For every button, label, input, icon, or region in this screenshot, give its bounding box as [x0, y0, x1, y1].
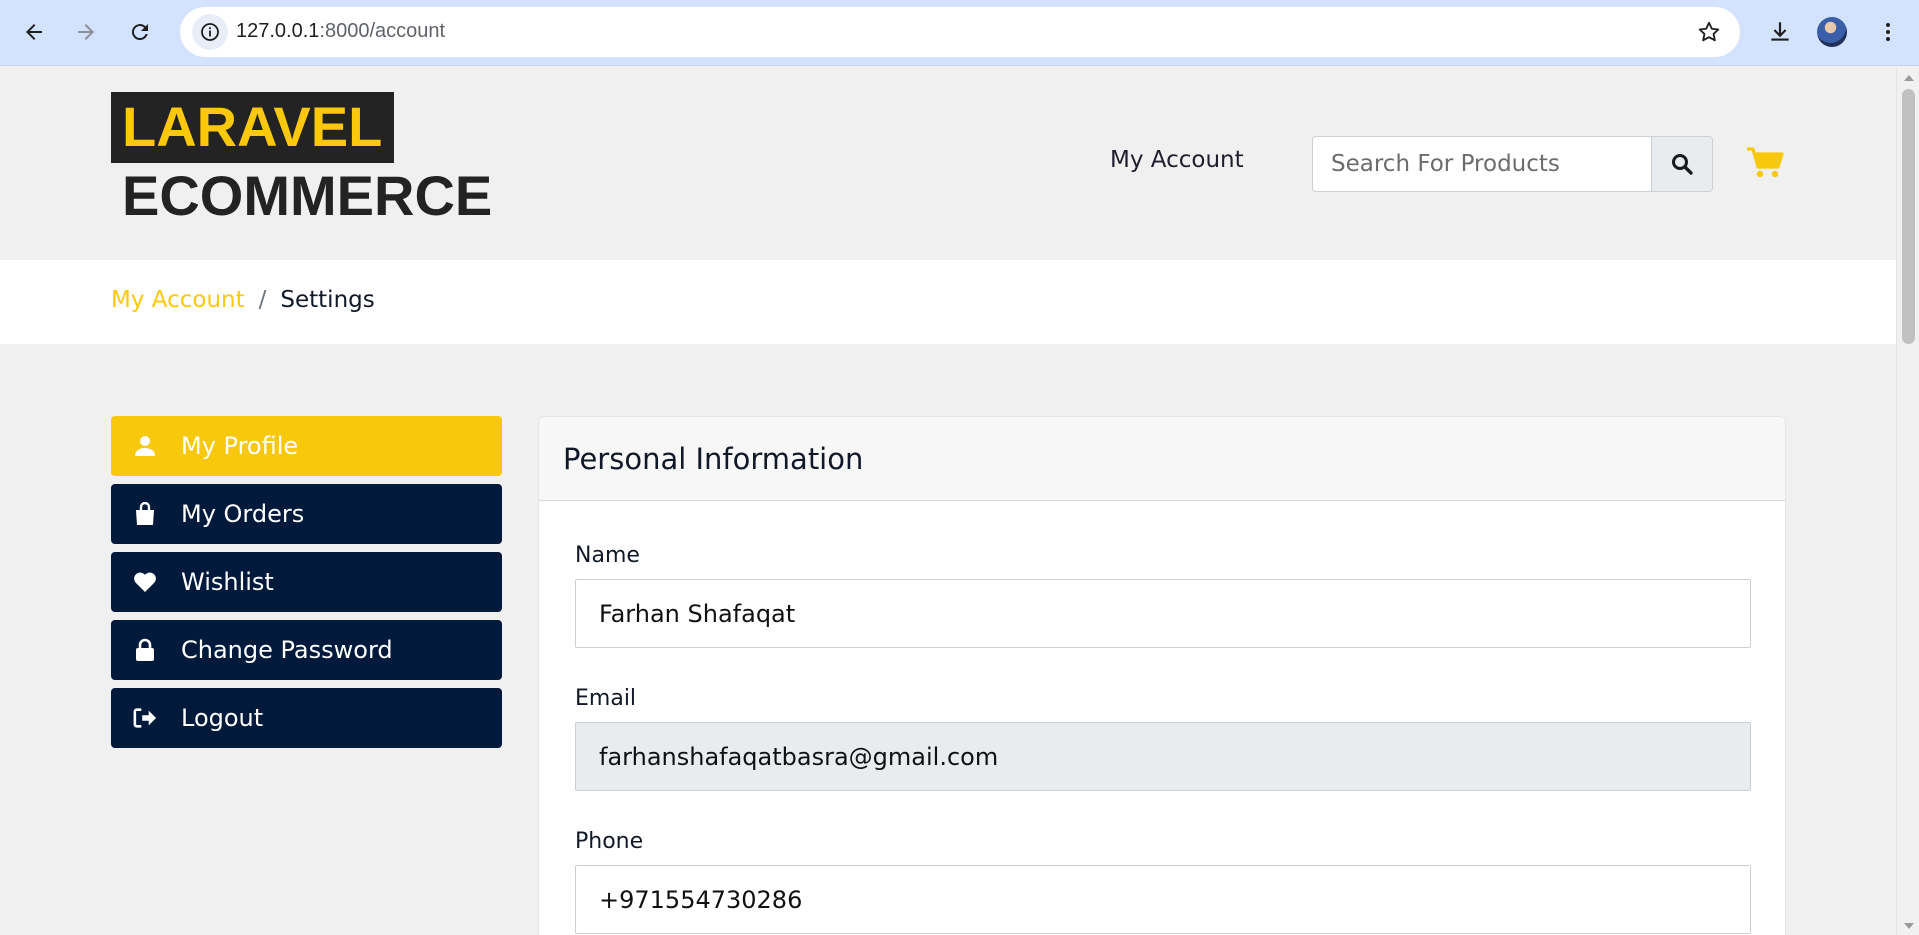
profile-avatar[interactable] — [1810, 10, 1854, 54]
search-input[interactable] — [1313, 137, 1652, 191]
arrow-left-icon — [26, 24, 42, 40]
email-field — [575, 722, 1751, 791]
reload-icon — [131, 24, 148, 41]
site-logo[interactable]: LARAVEL ECOMMERCE — [111, 92, 492, 229]
name-label: Name — [575, 543, 640, 568]
email-label: Email — [575, 686, 637, 711]
sidebar-item-label: Wishlist — [181, 568, 274, 596]
cart-icon[interactable] — [1746, 146, 1784, 184]
breadcrumb-separator: / — [258, 287, 267, 313]
arrow-right-icon — [78, 24, 94, 40]
bookmark-star-icon[interactable] — [1696, 19, 1722, 49]
card-title: Personal Information — [539, 417, 1785, 501]
back-button[interactable] — [12, 10, 56, 54]
sidebar-item-my-orders[interactable]: My Orders — [111, 484, 502, 544]
phone-field[interactable] — [575, 865, 1751, 934]
scroll-up-arrow[interactable] — [1904, 75, 1914, 81]
breadcrumb-my-account-link[interactable]: My Account — [111, 287, 245, 313]
reload-button[interactable] — [118, 10, 162, 54]
user-icon — [133, 434, 157, 458]
lock-icon — [133, 638, 157, 662]
address-bar[interactable]: 127.0.0.1:8000/account — [180, 7, 1740, 57]
header-my-account-link[interactable]: My Account — [1110, 147, 1244, 173]
sidebar-item-wishlist[interactable]: Wishlist — [111, 552, 502, 612]
page-scrollbar[interactable] — [1896, 67, 1919, 935]
account-sidebar: My Profile My Orders Wishlist Change Pas… — [111, 416, 502, 756]
sidebar-item-label: Logout — [181, 704, 264, 732]
name-field[interactable] — [575, 579, 1751, 648]
scroll-down-arrow[interactable] — [1904, 923, 1914, 929]
sidebar-item-label: Change Password — [181, 636, 393, 664]
heart-icon — [133, 570, 157, 594]
sidebar-item-change-password[interactable]: Change Password — [111, 620, 502, 680]
sidebar-item-label: My Orders — [181, 500, 305, 528]
search-icon — [1672, 154, 1693, 175]
sign-out-icon — [133, 706, 157, 730]
site-info-icon[interactable] — [192, 14, 228, 50]
sidebar-item-label: My Profile — [181, 432, 299, 460]
shopping-bag-icon — [133, 502, 157, 526]
phone-label: Phone — [575, 829, 644, 854]
url-text[interactable]: 127.0.0.1:8000/account — [236, 20, 445, 43]
breadcrumb-current: Settings — [280, 287, 375, 313]
breadcrumb-bar: My Account / Settings — [0, 260, 1896, 344]
menu-dots-icon[interactable] — [1866, 10, 1910, 54]
search-form — [1312, 136, 1713, 192]
forward-button[interactable] — [64, 10, 108, 54]
personal-information-card: Personal Information Name Email Phone — [538, 416, 1786, 935]
browser-toolbar: 127.0.0.1:8000/account — [0, 0, 1919, 66]
logo-line-1: LARAVEL — [111, 92, 395, 163]
scroll-thumb[interactable] — [1902, 89, 1915, 344]
page-content: LARAVEL ECOMMERCE My Account My Account … — [0, 67, 1896, 935]
breadcrumb: My Account / Settings — [111, 287, 375, 313]
logo-line-2: ECOMMERCE — [122, 164, 493, 227]
download-icon[interactable] — [1758, 10, 1802, 54]
search-button[interactable] — [1651, 137, 1712, 191]
sidebar-item-my-profile[interactable]: My Profile — [111, 416, 502, 476]
sidebar-item-logout[interactable]: Logout — [111, 688, 502, 748]
